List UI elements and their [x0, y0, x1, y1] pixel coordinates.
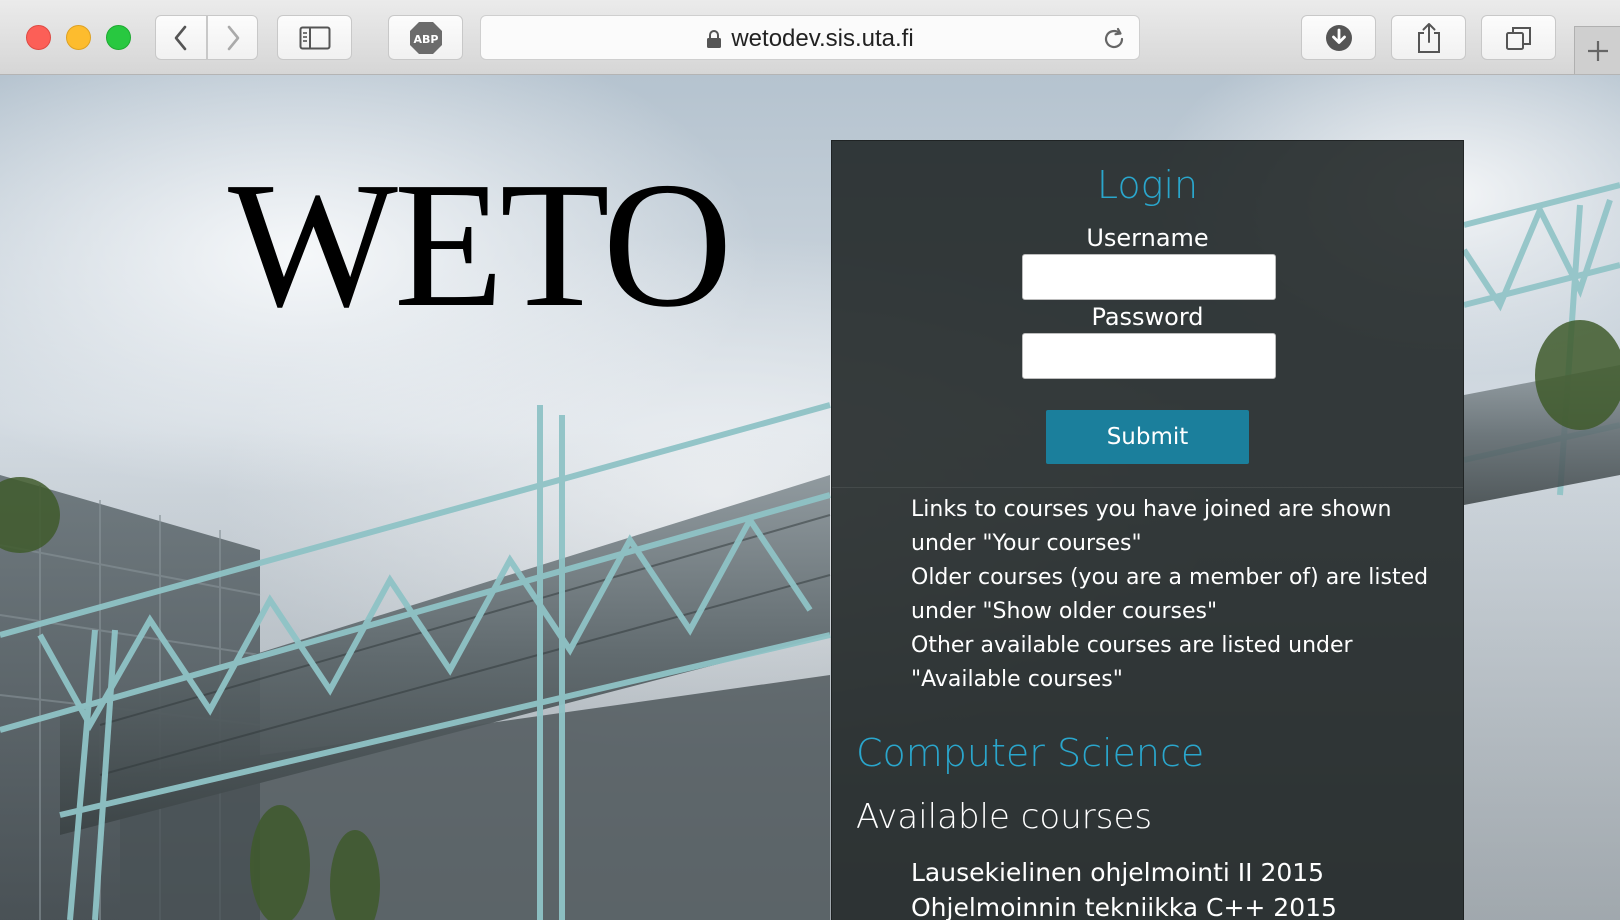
close-window-button[interactable]: [26, 25, 51, 50]
sidebar-icon: [299, 26, 330, 49]
lock-icon: [707, 29, 722, 48]
url-text: wetodev.sis.uta.fi: [731, 24, 914, 52]
info-line: Links to courses you have joined are sho…: [911, 497, 1392, 556]
course-info-text: Links to courses you have joined are sho…: [911, 493, 1447, 697]
new-tab-button[interactable]: [1574, 26, 1620, 74]
browser-toolbar: ABP wetodev.sis.uta.fi: [0, 0, 1620, 75]
web-page: WETO Login Username Password Submit Link…: [0, 75, 1620, 920]
adblock-button[interactable]: ABP: [388, 15, 463, 60]
zoom-window-button[interactable]: [106, 25, 131, 50]
share-button[interactable]: [1391, 15, 1466, 60]
course-link[interactable]: Ohjelmoinnin tekniikka C++ 2015: [911, 890, 1337, 920]
back-button[interactable]: [155, 15, 207, 60]
minimize-window-button[interactable]: [66, 25, 91, 50]
tab-overview-button[interactable]: [1481, 15, 1556, 60]
address-bar[interactable]: wetodev.sis.uta.fi: [480, 15, 1140, 60]
download-icon: [1325, 24, 1352, 51]
downloads-button[interactable]: [1301, 15, 1376, 60]
login-title: Login: [1096, 163, 1199, 207]
available-courses-heading: Available courses: [856, 797, 1153, 837]
submit-button[interactable]: Submit: [1046, 410, 1249, 464]
password-label: Password: [1091, 303, 1204, 331]
share-icon: [1417, 22, 1440, 53]
tabs-icon: [1505, 26, 1531, 50]
sidebar-toggle-button[interactable]: [277, 15, 352, 60]
site-logo: WETO: [228, 145, 733, 344]
chevron-right-icon: [227, 25, 239, 50]
section-title: Computer Science: [856, 731, 1205, 775]
forward-button[interactable]: [207, 15, 258, 60]
reload-icon[interactable]: [1101, 26, 1127, 52]
info-line: Older courses (you are a member of) are …: [911, 565, 1429, 624]
username-input[interactable]: [1022, 254, 1276, 300]
adblock-icon: ABP: [409, 21, 442, 54]
svg-text:ABP: ABP: [413, 33, 438, 46]
login-panel: Login Username Password Submit Links to …: [831, 140, 1464, 920]
plus-icon: [1587, 40, 1608, 61]
info-line: Other available courses are listed under…: [911, 633, 1353, 692]
course-list: Lausekielinen ohjelmointi II 2015 Ohjelm…: [911, 855, 1337, 920]
password-input[interactable]: [1022, 333, 1276, 379]
course-link[interactable]: Lausekielinen ohjelmointi II 2015: [911, 855, 1337, 890]
panel-divider: [832, 487, 1463, 488]
username-label: Username: [1086, 224, 1209, 252]
chevron-left-icon: [174, 25, 187, 50]
